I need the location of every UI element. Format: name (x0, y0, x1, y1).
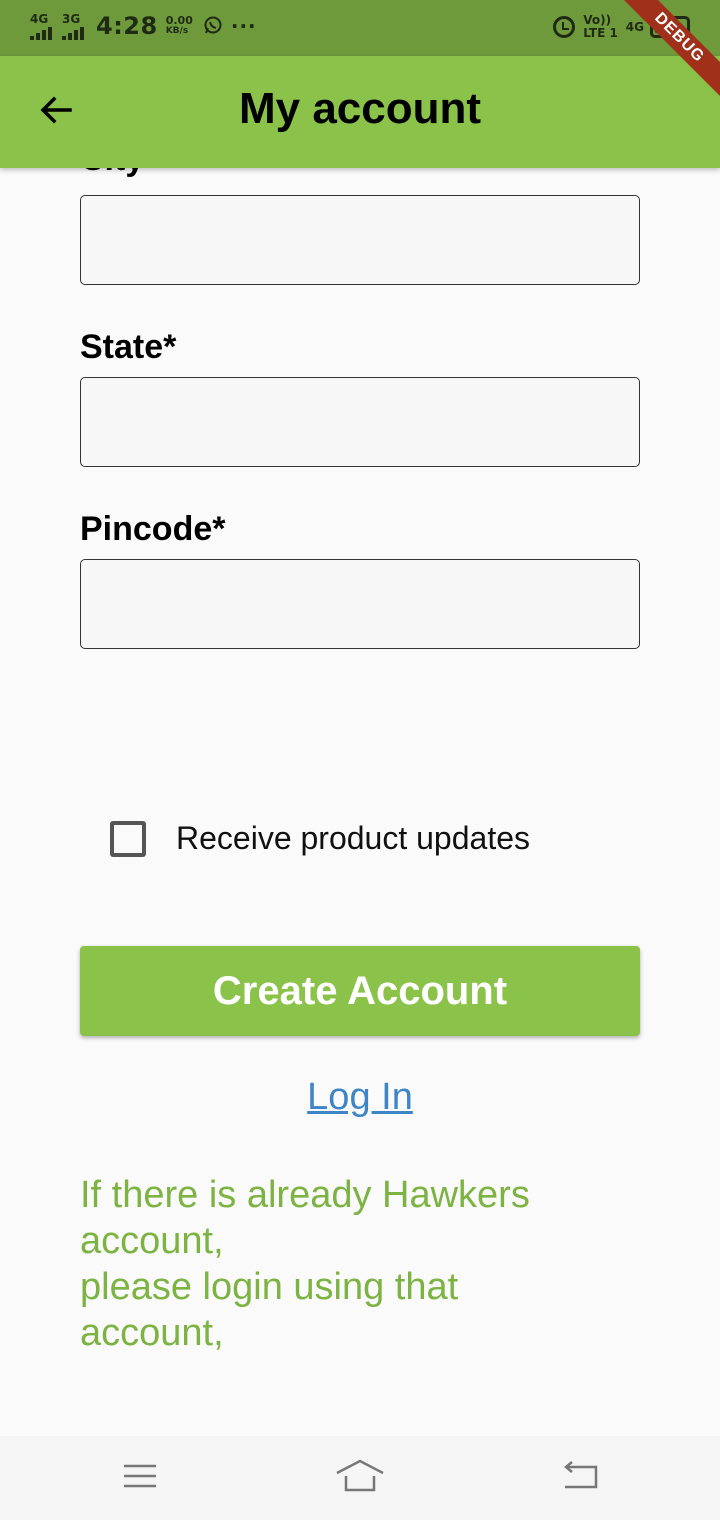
menu-icon (122, 1462, 158, 1495)
account-form: City State* Pincode* Receive product upd… (0, 168, 720, 1436)
city-field[interactable] (80, 195, 640, 285)
app-bar: My account (0, 56, 720, 168)
signal-bars-icon (62, 26, 84, 40)
signal-3g-label: 3G (62, 11, 81, 26)
status-bar: 4G 3G 4:28 0.00 KB/s ··· Vo)) LTE 1 4G (0, 0, 720, 56)
signal-4g-label: 4G (30, 11, 49, 26)
receive-updates-label: Receive product updates (176, 820, 530, 856)
state-label: State* (80, 328, 177, 366)
volte-bottom: LTE 1 (583, 26, 618, 40)
state-field[interactable] (80, 377, 640, 467)
pincode-label: Pincode* (80, 510, 226, 548)
status-left: 4G 3G 4:28 0.00 KB/s ··· (30, 12, 257, 40)
recent-apps-button[interactable] (80, 1436, 200, 1520)
battery-icon (650, 16, 690, 38)
signal-4g: 4G (30, 13, 52, 40)
signal-3g: 3G (62, 13, 84, 40)
receive-updates-checkbox[interactable] (110, 820, 146, 857)
home-icon (335, 1459, 385, 1498)
back-nav-button[interactable] (520, 1436, 640, 1520)
pincode-field[interactable] (80, 559, 640, 649)
create-account-button[interactable]: Create Account (80, 946, 640, 1036)
alarm-icon (553, 16, 576, 38)
existing-account-info: If there is already Hawkers account, ple… (80, 1172, 600, 1356)
status-time: 4:28 (96, 12, 158, 40)
back-icon (561, 1460, 599, 1496)
info-line-2: please login using that account, (80, 1266, 459, 1354)
volte-indicator: Vo)) LTE 1 (583, 14, 618, 40)
system-nav-bar (0, 1436, 720, 1520)
more-notifications-icon: ··· (230, 14, 257, 38)
signal-bars-icon (30, 26, 52, 40)
network-speed-value: 0.00 (165, 14, 193, 27)
network-speed-unit: KB/s (165, 26, 189, 36)
network-speed: 0.00 KB/s (166, 15, 193, 37)
network-4g-label: 4G (625, 20, 644, 34)
city-label: City (80, 168, 144, 179)
receive-updates-row[interactable]: Receive product updates (110, 820, 530, 857)
page-title: My account (238, 84, 482, 133)
status-right: Vo)) LTE 1 4G (553, 14, 690, 40)
home-button[interactable] (300, 1436, 420, 1520)
info-line-1: If there is already Hawkers account, (80, 1174, 530, 1262)
login-link[interactable]: Log In (0, 1076, 720, 1119)
whatsapp-icon (203, 15, 223, 38)
